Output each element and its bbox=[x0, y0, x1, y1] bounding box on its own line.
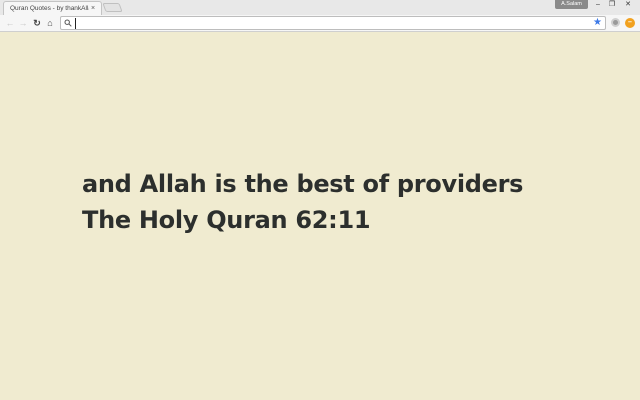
quote-text: and Allah is the best of providers bbox=[82, 170, 524, 198]
search-icon bbox=[64, 19, 72, 27]
new-tab-button[interactable] bbox=[102, 3, 123, 12]
extension-icon[interactable] bbox=[611, 18, 620, 27]
quote-block: and Allah is the best of providers The H… bbox=[82, 166, 622, 238]
close-window-icon[interactable]: ✕ bbox=[620, 0, 636, 10]
extension-orange-icon[interactable]: – bbox=[625, 18, 635, 28]
profile-badge[interactable]: A.Salam bbox=[555, 0, 588, 9]
forward-arrow-icon[interactable]: → bbox=[17, 17, 29, 29]
browser-toolbar: ← → ↻ ⌂ ★ bbox=[0, 15, 640, 32]
bookmark-star-icon[interactable]: ★ bbox=[593, 17, 602, 29]
back-arrow-icon[interactable]: ← bbox=[4, 17, 16, 29]
browser-tab[interactable]: Quran Quotes - by thankAllah × bbox=[3, 1, 102, 15]
address-bar[interactable]: ★ bbox=[60, 16, 606, 30]
home-icon[interactable]: ⌂ bbox=[44, 17, 56, 29]
quote-reference: The Holy Quran 62:11 bbox=[82, 206, 371, 234]
tab-strip: Quran Quotes - by thankAllah × A.Salam –… bbox=[0, 0, 640, 15]
tab-title: Quran Quotes - by thankAllah bbox=[10, 5, 89, 12]
reload-icon[interactable]: ↻ bbox=[31, 17, 43, 29]
tab-close-icon[interactable]: × bbox=[89, 5, 97, 12]
maximize-icon[interactable]: ❐ bbox=[604, 0, 620, 10]
address-input[interactable] bbox=[75, 18, 585, 29]
